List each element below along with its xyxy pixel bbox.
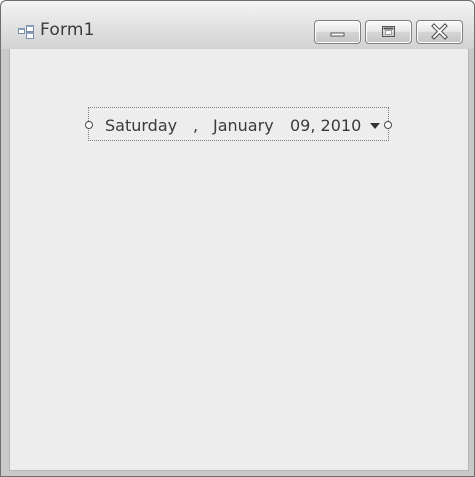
form-client-area: Saturday , January 09, 2010 <box>9 49 469 471</box>
minimize-icon <box>330 32 345 37</box>
date-time-picker[interactable]: Saturday , January 09, 2010 <box>85 107 392 141</box>
resize-handle-left[interactable] <box>85 121 93 129</box>
chevron-down-icon[interactable] <box>370 123 380 129</box>
form-window: Form1 Saturday , January 09, 2010 <box>0 0 475 477</box>
minimize-button[interactable] <box>314 20 361 44</box>
weekday-field[interactable]: Saturday <box>105 116 177 135</box>
close-icon <box>431 23 448 40</box>
day-year-field[interactable]: 09, 2010 <box>290 116 361 135</box>
maximize-icon <box>382 26 395 37</box>
date-separator: , <box>193 116 199 135</box>
title-bar[interactable]: Form1 <box>1 1 474 49</box>
maximize-button[interactable] <box>365 20 412 44</box>
month-field[interactable]: January <box>213 116 274 135</box>
form-app-icon <box>18 24 34 39</box>
resize-handle-right[interactable] <box>384 121 392 129</box>
close-button[interactable] <box>416 20 463 44</box>
window-title: Form1 <box>40 20 95 40</box>
